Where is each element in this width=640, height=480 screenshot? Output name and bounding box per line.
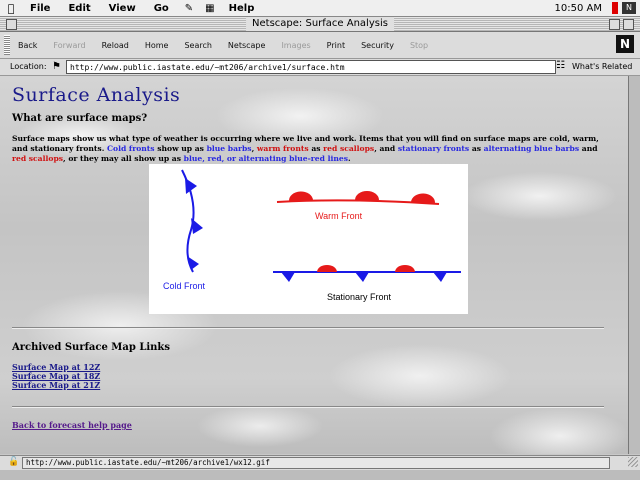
search-button[interactable]: Search [184, 41, 211, 50]
mac-menu-bar:  File Edit View Go ✎ ▦ Help 10:50 AM N [0, 0, 640, 17]
status-bar: 🔓 http://www.public.iastate.edu/~mt206/a… [0, 455, 640, 470]
location-label: Location: [10, 62, 47, 71]
warm-fronts-term: warm fronts [256, 144, 309, 153]
stationary-front-label: Stationary Front [327, 292, 392, 302]
resize-grip-icon[interactable] [628, 457, 638, 467]
zoom-box-icon[interactable] [609, 19, 620, 30]
fronts-diagram-image: Cold Front Warm Front Stationary Front [149, 164, 468, 314]
status-text: http://www.public.iastate.edu/~mt206/arc… [22, 457, 610, 469]
alternating-blue-barbs-term: alternating blue barbs [483, 144, 580, 153]
cold-front-barb [191, 218, 203, 234]
navigation-toolbar: Back Forward Reload Home Search Netscape… [0, 32, 640, 59]
window-menu-icon[interactable]: ▦ [199, 3, 220, 14]
forward-button[interactable]: Forward [53, 41, 85, 50]
security-lock-icon[interactable]: 🔓 [8, 457, 19, 467]
window-bottom-edge [0, 470, 640, 480]
images-button[interactable]: Images [281, 41, 310, 50]
window-title: Netscape: Surface Analysis [246, 17, 394, 31]
security-button[interactable]: Security [361, 41, 394, 50]
menu-view[interactable]: View [101, 3, 146, 14]
menu-file[interactable]: File [22, 3, 60, 14]
close-box-icon[interactable] [6, 19, 17, 30]
red-scallops-term: red scallops [323, 144, 375, 153]
blue-barbs-term: blue barbs [206, 144, 252, 153]
url-field[interactable] [66, 60, 556, 74]
stationary-front-barb [355, 272, 369, 282]
application-menu-icon[interactable]: N [622, 2, 636, 14]
window-title-bar[interactable]: Netscape: Surface Analysis [0, 17, 640, 32]
page-content[interactable]: Surface Analysis What are surface maps? … [0, 76, 628, 454]
archive-heading: Archived Surface Map Links [12, 342, 170, 353]
home-button[interactable]: Home [145, 41, 169, 50]
vertical-scrollbar[interactable] [628, 76, 640, 454]
stationary-fronts-term: stationary fronts [397, 144, 470, 153]
warm-front-scallop [411, 193, 436, 203]
back-button[interactable]: Back [18, 41, 37, 50]
warm-front-label: Warm Front [315, 211, 363, 221]
archive-link-list: Surface Map at 12Z Surface Map at 18Z Su… [12, 363, 100, 390]
warm-front-scallop [355, 191, 379, 200]
page-title: Surface Analysis [12, 84, 181, 106]
stationary-front-scallop [395, 265, 415, 272]
cold-fronts-term: Cold fronts [106, 144, 155, 153]
whats-related-button[interactable]: What's Related [572, 62, 632, 71]
stationary-front-scallop [317, 265, 337, 272]
list-item: Surface Map at 21Z [12, 381, 100, 390]
divider-2 [12, 406, 604, 408]
toolbar-grip-icon[interactable] [4, 35, 10, 55]
apple-menu-icon[interactable]:  [0, 2, 22, 15]
netscape-button[interactable]: Netscape [228, 41, 266, 50]
stationary-front-barb [433, 272, 447, 282]
battery-icon [612, 2, 618, 14]
location-bar: Location: ⚑ ☷ What's Related [0, 59, 640, 76]
stop-button[interactable]: Stop [410, 41, 428, 50]
menu-help[interactable]: Help [221, 3, 265, 14]
divider-1 [12, 327, 604, 329]
reload-button[interactable]: Reload [102, 41, 129, 50]
collapse-box-icon[interactable] [623, 19, 634, 30]
surface-map-21z-link[interactable]: Surface Map at 21Z [12, 380, 100, 390]
menu-clock: 10:50 AM [554, 2, 602, 14]
whats-related-icon[interactable]: ☷ [556, 60, 570, 73]
stationary-front-barb [281, 272, 295, 282]
composer-menu-icon[interactable]: ✎ [179, 3, 199, 14]
print-button[interactable]: Print [327, 41, 345, 50]
section-heading-surface-maps: What are surface maps? [12, 113, 148, 124]
cold-front-label: Cold Front [163, 281, 206, 291]
warm-front-scallop [288, 191, 313, 201]
back-to-forecast-help-link[interactable]: Back to forecast help page [12, 420, 132, 430]
menu-go[interactable]: Go [146, 3, 179, 14]
alternating-red-scallops-term: red scallops [12, 154, 64, 163]
page-proxy-icon[interactable]: ⚑ [52, 61, 64, 73]
intro-paragraph: Surface maps show us what type of weathe… [12, 134, 599, 163]
menu-edit[interactable]: Edit [60, 3, 100, 14]
blue-red-lines-term: blue, red, or alternating blue-red lines [183, 154, 348, 163]
netscape-logo-icon[interactable]: N [616, 35, 634, 53]
